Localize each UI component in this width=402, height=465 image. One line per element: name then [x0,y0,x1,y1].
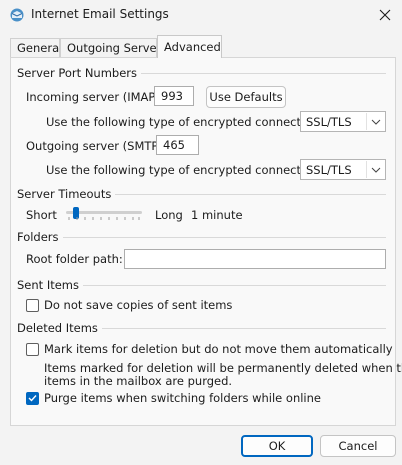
group-divider [60,237,386,238]
close-button[interactable] [372,3,398,27]
timeout-slider[interactable] [66,205,142,221]
timeout-value: 1 minute [191,208,243,222]
purge-items-checkbox-row[interactable]: Purge items when switching folders while… [26,391,321,405]
group-heading-sent-items: Sent Items [17,278,83,292]
group-heading-folders: Folders [17,230,63,244]
mark-items-checkbox[interactable] [26,342,39,356]
no-copies-checkbox-row[interactable]: Do not save copies of sent items [26,298,232,312]
encryption-select-incoming[interactable]: SSL/TLS [300,111,386,132]
outgoing-port-input[interactable]: 465 [156,135,199,155]
tab-general[interactable]: General [10,38,63,57]
chevron-down-icon [366,113,385,130]
timeout-long-label: Long [155,208,183,222]
group-divider [92,328,386,329]
ok-button[interactable]: OK [241,435,313,457]
root-folder-input[interactable] [124,249,386,269]
group-divider [74,285,386,286]
group-heading-server-ports: Server Port Numbers [17,66,142,80]
group-divider [125,73,386,74]
cancel-button[interactable]: Cancel [320,435,396,457]
encryption-label-outgoing: Use the following type of encrypted conn… [46,163,323,177]
group-divider [100,194,386,195]
chevron-down-icon [366,161,385,178]
group-heading-server-timeouts: Server Timeouts [17,187,116,201]
slider-ticks [68,217,140,220]
mark-items-label: Mark items for deletion but do not move … [44,342,393,356]
incoming-server-label: Incoming server (IMAP): [26,90,164,104]
window-title: Internet Email Settings [31,7,169,21]
encryption-select-outgoing[interactable]: SSL/TLS [300,159,386,180]
tab-outgoing-server[interactable]: Outgoing Server [60,38,161,57]
encryption-select-value: SSL/TLS [306,114,352,129]
outlook-icon [9,7,25,23]
encryption-select-value: SSL/TLS [306,162,352,177]
tab-label: General [17,41,63,55]
tab-label: Advanced [164,40,221,54]
no-copies-label: Do not save copies of sent items [44,298,233,312]
no-copies-checkbox[interactable] [26,298,39,312]
encryption-label-incoming: Use the following type of encrypted conn… [46,115,323,129]
incoming-port-input[interactable]: 993 [154,86,194,106]
timeout-short-label: Short [26,208,57,222]
close-icon [379,9,391,21]
deletion-note-line-1: Items marked for deletion will be perman… [44,361,402,375]
use-defaults-button[interactable]: Use Defaults [206,86,286,108]
mark-items-checkbox-row[interactable]: Mark items for deletion but do not move … [26,342,393,356]
outgoing-server-label: Outgoing server (SMTP): [26,139,167,153]
title-bar: Internet Email Settings [0,0,402,30]
purge-items-label: Purge items when switching folders while… [44,391,321,405]
deletion-note-line-2: items in the mailbox are purged. [44,374,233,388]
purge-items-checkbox[interactable] [26,391,39,405]
check-icon [28,395,37,402]
tab-advanced[interactable]: Advanced [157,35,222,58]
root-folder-label: Root folder path: [26,252,123,266]
group-heading-deleted-items: Deleted Items [17,321,102,335]
tab-label: Outgoing Server [67,41,162,55]
